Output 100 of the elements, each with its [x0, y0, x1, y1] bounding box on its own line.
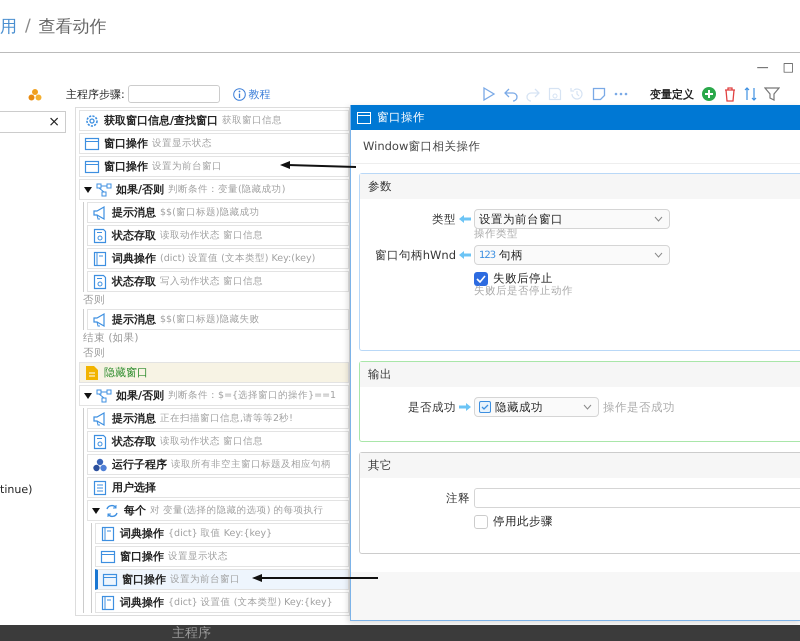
step-description: 对 变量(选择的隐藏的选项) 的每项执行 — [150, 504, 324, 517]
variables-label: 变量定义 — [650, 86, 694, 102]
step-title: 窗口操作 — [122, 572, 166, 587]
chevron-down-icon — [654, 216, 663, 222]
step-search-field[interactable] — [128, 85, 220, 103]
page-title: 查看动作 — [38, 16, 107, 38]
step-description: {dict} 设置值 (文本类型) Key:{key} — [168, 596, 333, 609]
step-row[interactable]: 状态存取 读取动作状态 窗口信息 — [87, 225, 349, 246]
dropdown[interactable]: 设置为前台窗口 — [474, 209, 670, 229]
caret-icon[interactable] — [84, 186, 92, 194]
chevron-down-icon — [654, 252, 663, 258]
step-row[interactable]: 提示消息 $$(窗口标题)隐藏成功 — [87, 202, 349, 223]
step-description: 判断条件：$={选择窗口的操作}==1 — [168, 389, 336, 402]
field-label: 是否成功 — [407, 400, 456, 414]
step-title: 如果/否则 — [116, 182, 164, 197]
step-description: {dict} 取值 Key:{key} — [168, 527, 272, 540]
step-title: 提示消息 — [112, 205, 156, 220]
step-row[interactable]: 提示消息 $$(窗口标题)隐藏失败 — [87, 309, 349, 330]
step-title: 提示消息 — [112, 411, 156, 426]
step-title: 每个 — [124, 503, 146, 518]
panel-title: 输出 — [360, 362, 800, 387]
step-description: 读取动作状态 窗口信息 — [160, 435, 264, 448]
step-description: 设置为前台窗口 — [152, 160, 222, 173]
step-row[interactable]: 词典操作 (dict) 设置值 (文本类型) Key:(key) — [87, 248, 349, 269]
list-icon — [92, 480, 108, 496]
step-title: 提示消息 — [112, 312, 156, 327]
check-icon — [476, 274, 486, 282]
step-description: 设置为前台窗口 — [170, 573, 240, 586]
caret-icon[interactable] — [84, 392, 92, 400]
window-icon — [84, 136, 100, 152]
step-row[interactable]: 窗口操作 设置为前台窗口 — [79, 156, 349, 177]
step-title: 获取窗口信息/查找窗口 — [104, 113, 218, 128]
breadcrumb-separator: / — [25, 16, 31, 36]
undo-icon[interactable] — [503, 86, 519, 102]
cubes-icon — [28, 88, 42, 100]
step-row[interactable]: 窗口操作 设置为前台窗口 — [95, 569, 349, 590]
step-description: 写入动作状态 窗口信息 — [160, 275, 264, 288]
step-title: 运行子程序 — [112, 457, 167, 472]
document-icon — [84, 364, 100, 380]
step-description: 读取所有非空主窗口标题及相应句柄 — [171, 458, 331, 471]
step-row[interactable]: 用户选择 — [87, 477, 349, 498]
step-row[interactable]: 状态存取 写入动作状态 窗口信息 — [87, 271, 349, 292]
step-row[interactable]: 窗口操作 设置显示状态 — [95, 546, 349, 567]
delete-icon[interactable] — [722, 86, 738, 102]
filter-icon[interactable] — [764, 86, 780, 102]
bottom-tab[interactable]: 主程序 — [172, 625, 211, 641]
minimize-button[interactable]: — — [756, 60, 769, 74]
checkbox[interactable] — [474, 514, 488, 528]
step-description: 判断条件：变量(隐藏成功) — [168, 183, 286, 196]
step-title: 窗口操作 — [104, 136, 148, 151]
step-row[interactable]: 词典操作 {dict} 取值 Key:{key} — [95, 523, 349, 544]
clear-button[interactable]: × — [48, 114, 60, 130]
step-description: 正在扫描窗口信息,请等等2秒! — [160, 412, 293, 425]
search-field[interactable]: × — [0, 111, 66, 133]
caret-icon[interactable] — [92, 506, 100, 514]
field-label: 窗口句柄hWnd — [374, 248, 456, 262]
window-icon — [84, 158, 100, 174]
step-title: 如果/否则 — [116, 388, 164, 403]
gear-icon — [84, 112, 100, 128]
sort-icon[interactable] — [743, 86, 759, 102]
step-description: 设置显示状态 — [168, 550, 228, 563]
step-description: $$(窗口标题)隐藏失败 — [160, 313, 260, 326]
checkbox[interactable] — [474, 272, 488, 286]
branch-icon — [96, 388, 112, 404]
step-row[interactable]: 如果/否则 判断条件：$={选择窗口的操作}==1 — [79, 385, 349, 406]
section-row[interactable]: 隐藏窗口 — [79, 362, 349, 383]
left-arrow-icon — [459, 214, 471, 224]
step-title: 窗口操作 — [120, 549, 164, 564]
step-title: 状态存取 — [112, 434, 156, 449]
loop-icon — [104, 502, 120, 518]
info-icon — [232, 88, 246, 100]
dialog-subtitle: Window窗口相关操作 — [351, 130, 800, 164]
number-type-label: 123 — [479, 250, 496, 260]
dropdown[interactable]: 123 句柄 — [474, 245, 670, 265]
step-title: 词典操作 — [120, 595, 164, 610]
step-row[interactable]: 每个 对 变量(选择的隐藏的选项) 的每项执行 — [87, 500, 349, 521]
step-row[interactable]: 获取窗口信息/查找窗口 获取窗口信息 — [79, 110, 349, 131]
dialog-title: 窗口操作 — [377, 110, 425, 125]
comment-field[interactable] — [474, 488, 800, 508]
step-title: 状态存取 — [112, 228, 156, 243]
book-icon — [100, 526, 116, 542]
field-label: 注释 — [445, 490, 471, 506]
note-icon[interactable] — [591, 86, 607, 102]
panel-title: 参数 — [360, 174, 800, 199]
field-hint: 操作是否成功 — [603, 400, 675, 414]
add-icon[interactable] — [701, 86, 717, 102]
step-row[interactable]: 提示消息 正在扫描窗口信息,请等等2秒! — [87, 408, 349, 429]
step-description: 读取动作状态 窗口信息 — [160, 229, 264, 242]
step-row[interactable]: 如果/否则 判断条件：变量(隐藏成功) — [79, 179, 349, 200]
maximize-button[interactable]: □ — [782, 60, 794, 74]
step-row[interactable]: 词典操作 {dict} 设置值 (文本类型) Key:{key} — [95, 592, 349, 613]
tutorial-link[interactable]: 教程 — [248, 86, 271, 102]
step-row[interactable]: 运行子程序 读取所有非空主窗口标题及相应句柄 — [87, 454, 349, 475]
book-icon — [100, 594, 116, 610]
dropdown[interactable]: 隐藏成功 — [474, 397, 599, 417]
step-row[interactable]: 窗口操作 设置显示状态 — [79, 133, 349, 154]
field-label: 主程序步骤: — [66, 86, 125, 102]
step-row[interactable]: 状态存取 读取动作状态 窗口信息 — [87, 431, 349, 452]
end-label: 结束 (如果) — [82, 332, 140, 345]
play-icon[interactable] — [481, 86, 497, 102]
